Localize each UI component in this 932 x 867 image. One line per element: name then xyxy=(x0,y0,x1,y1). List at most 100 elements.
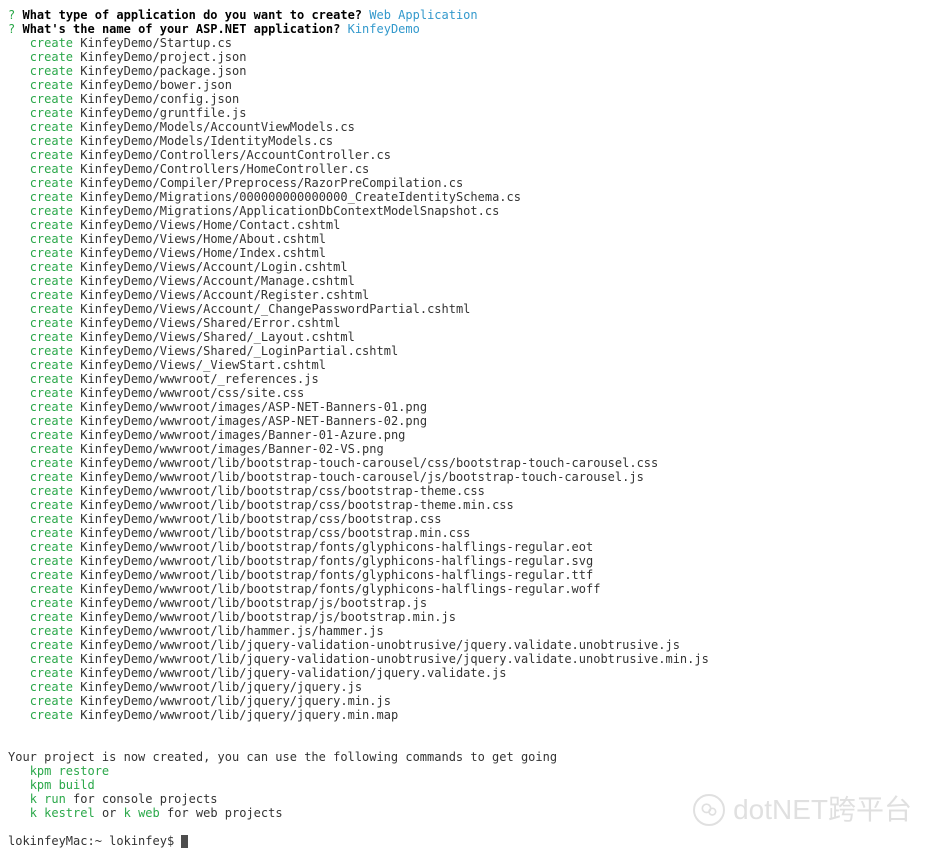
file-path: KinfeyDemo/wwwroot/lib/hammer.js/hammer.… xyxy=(80,624,383,638)
create-file-line: create KinfeyDemo/wwwroot/lib/hammer.js/… xyxy=(8,624,924,638)
create-action: create xyxy=(30,64,73,78)
create-action: create xyxy=(30,386,73,400)
file-path: KinfeyDemo/Controllers/HomeController.cs xyxy=(80,162,369,176)
file-path: KinfeyDemo/Views/Home/Index.cshtml xyxy=(80,246,326,260)
file-path: KinfeyDemo/bower.json xyxy=(80,78,232,92)
file-path: KinfeyDemo/package.json xyxy=(80,64,246,78)
create-action: create xyxy=(30,120,73,134)
file-path: KinfeyDemo/wwwroot/lib/bootstrap/css/boo… xyxy=(80,498,513,512)
create-file-line: create KinfeyDemo/wwwroot/images/Banner-… xyxy=(8,442,924,456)
file-path: KinfeyDemo/Compiler/Preprocess/RazorPreC… xyxy=(80,176,463,190)
cmd-text: kpm restore xyxy=(30,764,109,778)
create-action: create xyxy=(30,596,73,610)
create-file-line: create KinfeyDemo/wwwroot/images/ASP-NET… xyxy=(8,400,924,414)
file-path: KinfeyDemo/wwwroot/lib/bootstrap/fonts/g… xyxy=(80,568,593,582)
file-path: KinfeyDemo/Views/_ViewStart.cshtml xyxy=(80,358,326,372)
create-file-line: create KinfeyDemo/Views/Shared/_LoginPar… xyxy=(8,344,924,358)
create-action: create xyxy=(30,344,73,358)
file-path: KinfeyDemo/wwwroot/lib/bootstrap/fonts/g… xyxy=(80,582,600,596)
footer-message: Your project is now created, you can use… xyxy=(8,750,924,764)
create-file-line: create KinfeyDemo/wwwroot/lib/bootstrap/… xyxy=(8,596,924,610)
create-file-line: create KinfeyDemo/Views/Shared/_Layout.c… xyxy=(8,330,924,344)
question-text: What type of application do you want to … xyxy=(22,8,362,22)
file-path: KinfeyDemo/Controllers/AccountController… xyxy=(80,148,391,162)
create-file-line: create KinfeyDemo/wwwroot/lib/jquery-val… xyxy=(8,652,924,666)
shell-prompt: lokinfeyMac:~ lokinfey$ xyxy=(8,834,181,848)
file-path: KinfeyDemo/wwwroot/lib/bootstrap/css/boo… xyxy=(80,484,485,498)
create-file-line: create KinfeyDemo/Models/AccountViewMode… xyxy=(8,120,924,134)
create-file-line: create KinfeyDemo/Models/IdentityModels.… xyxy=(8,134,924,148)
create-file-line: create KinfeyDemo/Views/Account/Login.cs… xyxy=(8,260,924,274)
create-action: create xyxy=(30,288,73,302)
create-file-line: create KinfeyDemo/wwwroot/lib/bootstrap-… xyxy=(8,470,924,484)
shell-prompt-line[interactable]: lokinfeyMac:~ lokinfey$ xyxy=(8,834,924,848)
create-file-line: create KinfeyDemo/Migrations/Application… xyxy=(8,204,924,218)
file-path: KinfeyDemo/wwwroot/lib/bootstrap-touch-c… xyxy=(80,470,644,484)
create-action: create xyxy=(30,568,73,582)
create-action: create xyxy=(30,218,73,232)
create-action: create xyxy=(30,540,73,554)
create-action: create xyxy=(30,78,73,92)
create-file-line: create KinfeyDemo/wwwroot/lib/jquery-val… xyxy=(8,638,924,652)
prompt-line: ? What type of application do you want t… xyxy=(8,8,924,22)
create-file-line: create KinfeyDemo/Startup.cs xyxy=(8,36,924,50)
create-file-line: create KinfeyDemo/wwwroot/images/ASP-NET… xyxy=(8,414,924,428)
create-action: create xyxy=(30,624,73,638)
create-file-line: create KinfeyDemo/wwwroot/lib/jquery/jqu… xyxy=(8,708,924,722)
create-file-line: create KinfeyDemo/wwwroot/_references.js xyxy=(8,372,924,386)
create-file-line: create KinfeyDemo/Controllers/AccountCon… xyxy=(8,148,924,162)
file-path: KinfeyDemo/wwwroot/lib/bootstrap/js/boot… xyxy=(80,610,456,624)
create-action: create xyxy=(30,232,73,246)
create-file-line: create KinfeyDemo/Views/Account/Manage.c… xyxy=(8,274,924,288)
create-action: create xyxy=(30,134,73,148)
create-action: create xyxy=(30,204,73,218)
file-path: KinfeyDemo/Views/Account/Login.cshtml xyxy=(80,260,347,274)
create-action: create xyxy=(30,50,73,64)
create-file-line: create KinfeyDemo/Migrations/00000000000… xyxy=(8,190,924,204)
file-path: KinfeyDemo/Views/Shared/_Layout.cshtml xyxy=(80,330,355,344)
file-path: KinfeyDemo/wwwroot/lib/bootstrap/fonts/g… xyxy=(80,540,593,554)
create-action: create xyxy=(30,106,73,120)
answer-text: Web Application xyxy=(369,8,477,22)
file-path: KinfeyDemo/wwwroot/lib/jquery/jquery.min… xyxy=(80,694,391,708)
create-file-line: create KinfeyDemo/gruntfile.js xyxy=(8,106,924,120)
prompt-line: ? What's the name of your ASP.NET applic… xyxy=(8,22,924,36)
create-file-line: create KinfeyDemo/project.json xyxy=(8,50,924,64)
file-path: KinfeyDemo/wwwroot/css/site.css xyxy=(80,386,304,400)
file-path: KinfeyDemo/wwwroot/lib/bootstrap/fonts/g… xyxy=(80,554,593,568)
create-action: create xyxy=(30,414,73,428)
file-path: KinfeyDemo/Views/Account/_ChangePassword… xyxy=(80,302,470,316)
create-file-line: create KinfeyDemo/wwwroot/lib/bootstrap/… xyxy=(8,526,924,540)
create-action: create xyxy=(30,92,73,106)
question-marker: ? xyxy=(8,22,15,36)
blank-line xyxy=(8,722,924,736)
create-file-line: create KinfeyDemo/wwwroot/css/site.css xyxy=(8,386,924,400)
cmd-desc: for web projects xyxy=(160,806,283,820)
create-action: create xyxy=(30,512,73,526)
file-path: KinfeyDemo/Views/Account/Manage.cshtml xyxy=(80,274,355,288)
question-text: What's the name of your ASP.NET applicat… xyxy=(22,22,340,36)
create-action: create xyxy=(30,176,73,190)
create-action: create xyxy=(30,554,73,568)
create-action: create xyxy=(30,260,73,274)
cmd-text: k web xyxy=(124,806,160,820)
create-file-line: create KinfeyDemo/wwwroot/lib/jquery/jqu… xyxy=(8,694,924,708)
create-action: create xyxy=(30,428,73,442)
create-action: create xyxy=(30,316,73,330)
cmd-text: k kestrel xyxy=(30,806,95,820)
footer-cmd: kpm restore xyxy=(8,764,924,778)
create-file-line: create KinfeyDemo/wwwroot/lib/jquery/jqu… xyxy=(8,680,924,694)
file-path: KinfeyDemo/gruntfile.js xyxy=(80,106,246,120)
create-file-line: create KinfeyDemo/Views/Account/_ChangeP… xyxy=(8,302,924,316)
footer-cmd: kpm build xyxy=(8,778,924,792)
create-file-line: create KinfeyDemo/wwwroot/lib/bootstrap/… xyxy=(8,554,924,568)
file-path: KinfeyDemo/wwwroot/images/Banner-02-VS.p… xyxy=(80,442,383,456)
file-path: KinfeyDemo/wwwroot/lib/bootstrap/css/boo… xyxy=(80,526,470,540)
file-path: KinfeyDemo/Migrations/000000000000000_Cr… xyxy=(80,190,521,204)
file-path: KinfeyDemo/wwwroot/lib/jquery-validation… xyxy=(80,638,680,652)
create-action: create xyxy=(30,610,73,624)
file-path: KinfeyDemo/wwwroot/lib/jquery-validation… xyxy=(80,666,506,680)
footer-cmd: k kestrel or k web for web projects xyxy=(8,806,924,820)
file-path: KinfeyDemo/Views/Home/Contact.cshtml xyxy=(80,218,340,232)
create-file-line: create KinfeyDemo/wwwroot/lib/bootstrap/… xyxy=(8,498,924,512)
